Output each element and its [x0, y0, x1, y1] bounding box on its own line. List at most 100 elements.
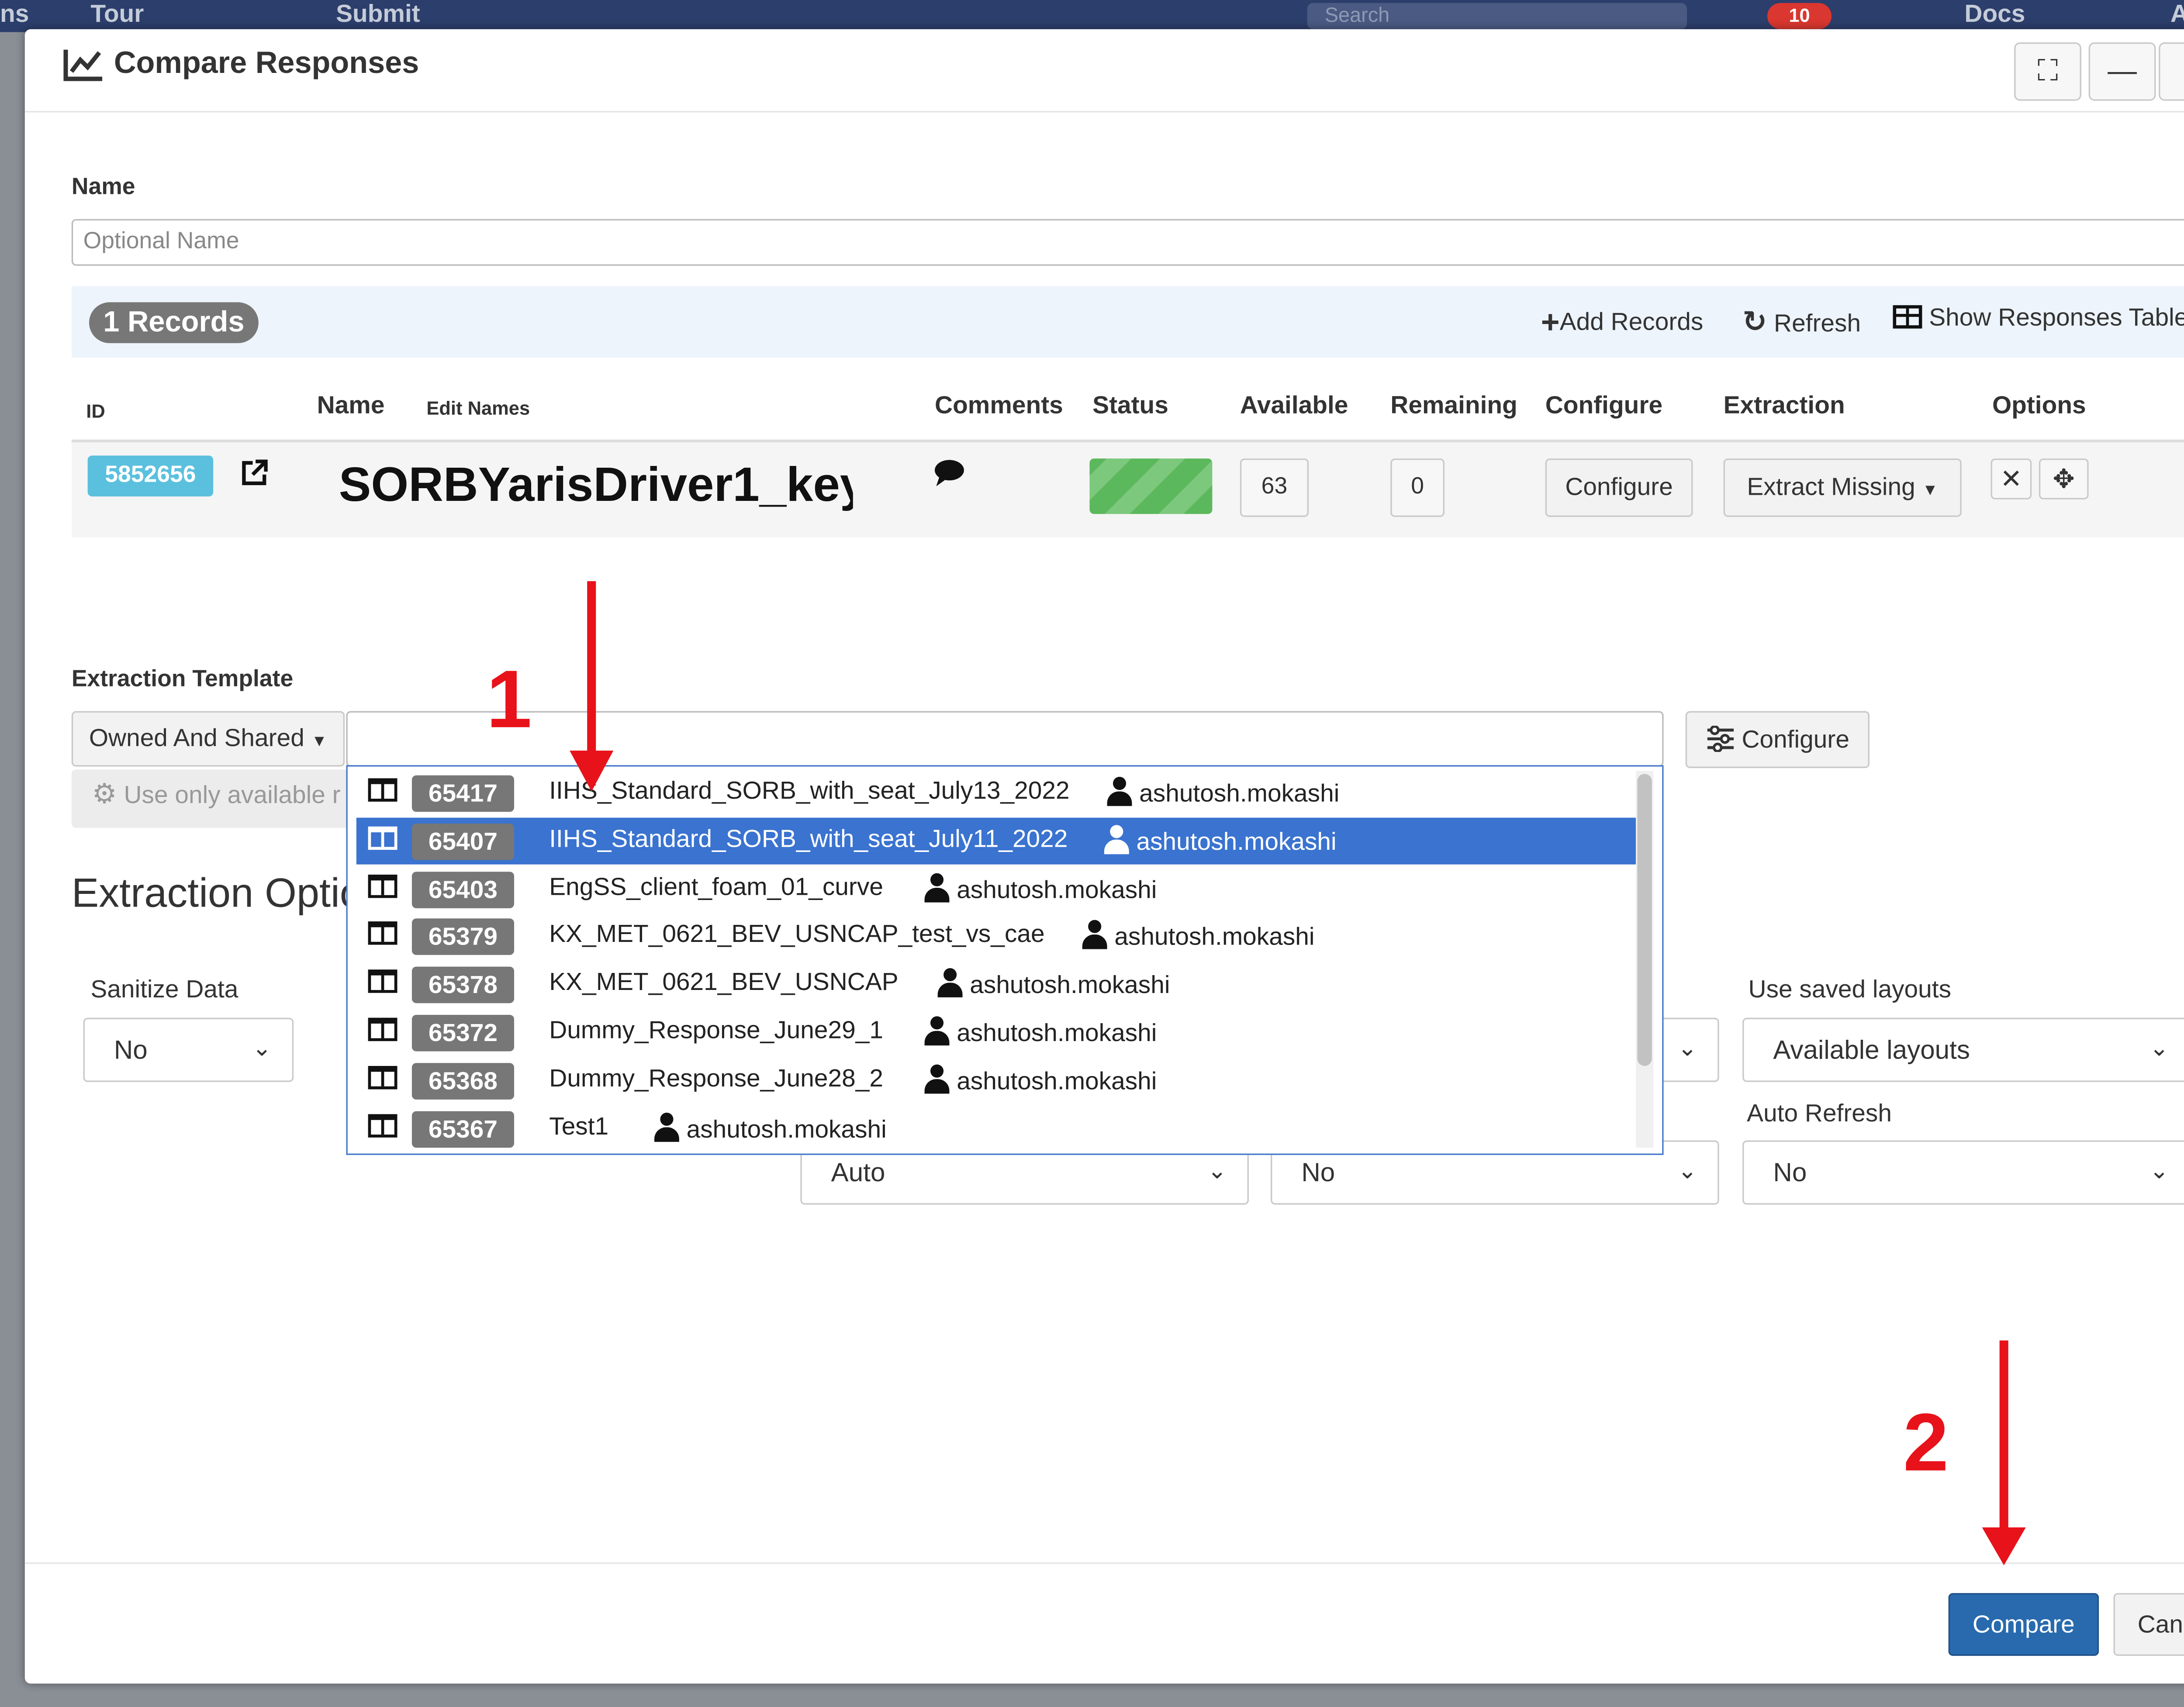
bg-tour-menu: Tour [90, 0, 144, 28]
template-owner: ashutosh.mokashi [937, 968, 1170, 1000]
dropdown-scrollbar-thumb[interactable] [1637, 774, 1652, 1066]
row-configure-button[interactable]: Configure [1545, 458, 1693, 517]
list-item[interactable]: 65417 IIHS_Standard_SORB_with_seat_July1… [356, 769, 1636, 816]
template-owner: ashutosh.mokashi [654, 1112, 887, 1145]
owned-and-shared-dropdown[interactable]: Owned And Shared ▼ [71, 711, 345, 767]
template-owner-name: ashutosh.mokashi [1139, 779, 1340, 808]
extract-missing-dropdown[interactable]: Extract Missing ▼ [1723, 458, 1962, 517]
template-owner: ashutosh.mokashi [924, 1016, 1157, 1048]
add-records-button[interactable]: +Add Records [1541, 304, 1704, 342]
col-extraction: Extraction [1723, 391, 1845, 419]
template-id-badge: 65403 [411, 872, 515, 908]
remove-record-button[interactable]: ✕ [1990, 458, 2032, 500]
list-item[interactable]: 65368 Dummy_Response_June28_2 ashutosh.m… [356, 1057, 1636, 1104]
template-configure-label: Configure [1742, 725, 1849, 754]
template-search-input[interactable] [346, 711, 1664, 767]
fullscreen-button[interactable]: ⛶ [2014, 42, 2081, 101]
refresh-label: Refresh [1774, 309, 1861, 338]
template-owner-name: ashutosh.mokashi [1136, 828, 1337, 856]
template-id-badge: 65368 [411, 1063, 515, 1100]
table-icon [1892, 305, 1923, 329]
template-owner-name: ashutosh.mokashi [1114, 923, 1315, 951]
template-id-badge: 65367 [411, 1111, 515, 1148]
chevron-down-icon: ⌄ [252, 1037, 272, 1062]
use-only-available-toggle[interactable]: ⚙ Use only available r [71, 769, 349, 828]
name-input[interactable]: Optional Name [71, 219, 2184, 266]
template-id-badge: 65372 [411, 1014, 515, 1052]
mode-select-value: Auto [831, 1158, 885, 1187]
use-only-label: Use only available r [124, 781, 341, 809]
col-remaining: Remaining [1390, 391, 1517, 419]
template-id-badge: 65407 [411, 823, 515, 860]
compare-button[interactable]: Compare [1948, 1593, 2099, 1656]
template-owner: ashutosh.mokashi [924, 1064, 1157, 1097]
minimize-button[interactable]: — [2088, 42, 2156, 101]
col-available: Available [1240, 391, 1348, 419]
col-configure: Configure [1545, 391, 1663, 419]
list-item[interactable]: 65367 Test1 ashutosh.mokashi [356, 1105, 1636, 1152]
bg-user-menu: ASHUTO [2170, 0, 2184, 29]
record-id-badge[interactable]: 5852656 [87, 455, 214, 497]
template-icon [368, 969, 397, 993]
template-dropdown-list: 65417 IIHS_Standard_SORB_with_seat_July1… [346, 765, 1664, 1155]
list-item-selected[interactable]: 65407 IIHS_Standard_SORB_with_seat_July1… [356, 817, 1636, 865]
caret-down-icon: ▼ [1922, 482, 1939, 500]
annotation-arrow-2 [1999, 1340, 2008, 1533]
template-owner-name: ashutosh.mokashi [957, 876, 1157, 904]
remaining-count: 0 [1390, 458, 1445, 517]
table-header-divider [71, 439, 2184, 443]
record-name[interactable]: SORBYarisDriver1_key [339, 457, 853, 513]
template-name: Test1 [549, 1112, 609, 1141]
bg-submit-menu: Submit [336, 0, 420, 28]
template-configure-button[interactable]: Configure [1685, 711, 1870, 768]
list-item[interactable]: 65372 Dummy_Response_June29_1 ashutosh.m… [356, 1009, 1636, 1056]
list-item[interactable]: 65403 EngSS_client_foam_01_curve ashutos… [356, 866, 1636, 913]
refresh-button[interactable]: ↻ Refresh [1742, 304, 1861, 341]
use-saved-layouts-select[interactable]: Available layouts ⌄ [1742, 1017, 2184, 1082]
user-icon [1082, 920, 1107, 949]
modal-title: Compare Responses [114, 47, 419, 80]
bg-docs-menu: Docs [1964, 0, 2025, 28]
sliders-icon [1707, 725, 1734, 753]
refresh-icon: ↻ [1742, 307, 1767, 339]
extraction-template-label: Extraction Template [71, 667, 294, 692]
comment-icon[interactable] [932, 457, 967, 490]
annotation-arrowhead-2 [1982, 1527, 2026, 1566]
template-icon [368, 874, 397, 898]
background-app-bar: ns Tour Submit Search 10 Docs ASHUTO [0, 0, 2184, 32]
list-item[interactable]: 65379 KX_MET_0621_BEV_USNCAP_test_vs_cae… [356, 913, 1636, 959]
template-icon [368, 778, 397, 802]
template-name: Dummy_Response_June28_2 [549, 1064, 884, 1093]
move-record-button[interactable]: ✥ [2039, 458, 2089, 500]
close-button[interactable]: ✕ [2159, 42, 2184, 101]
show-table-label: Show Responses Table [1929, 303, 2184, 332]
user-icon [1104, 825, 1129, 855]
extract-missing-label: Extract Missing [1747, 473, 1915, 501]
annotation-step-2: 2 [1903, 1396, 1949, 1488]
show-responses-table-button[interactable]: Show Responses Table [1892, 303, 2184, 333]
template-icon [368, 1066, 397, 1090]
cancel-button[interactable]: Cancel [2113, 1593, 2184, 1656]
extraction-options-heading: Extraction Optio [71, 870, 363, 916]
col-status: Status [1092, 391, 1168, 419]
template-owner-name: ashutosh.mokashi [957, 1067, 1157, 1095]
template-owner-name: ashutosh.mokashi [686, 1115, 887, 1144]
template-id-badge: 65379 [411, 918, 515, 955]
sanitize-data-select[interactable]: No ⌄ [83, 1017, 294, 1082]
external-link-icon[interactable] [239, 459, 269, 488]
sanitize-data-value: No [114, 1035, 148, 1065]
close-icon: ✕ [2000, 464, 2022, 494]
minimize-icon: — [2108, 55, 2137, 88]
auto-refresh-value: No [1773, 1158, 1807, 1187]
chevron-down-icon: ⌄ [1677, 1159, 1697, 1184]
auto-refresh-select[interactable]: No ⌄ [1742, 1140, 2184, 1205]
status-progress-bar [1089, 458, 1213, 514]
annotation-arrow-1 [587, 581, 596, 757]
option-select-value: No [1301, 1158, 1335, 1187]
template-id-badge: 65378 [411, 966, 515, 1004]
line-chart-icon [63, 49, 103, 81]
expand-icon: ⛶ [2037, 55, 2058, 88]
template-name: IIHS_Standard_SORB_with_seat_July11_2022 [549, 825, 1068, 853]
template-id-badge: 65417 [411, 775, 515, 812]
list-item[interactable]: 65378 KX_MET_0621_BEV_USNCAP ashutosh.mo… [356, 961, 1636, 1007]
